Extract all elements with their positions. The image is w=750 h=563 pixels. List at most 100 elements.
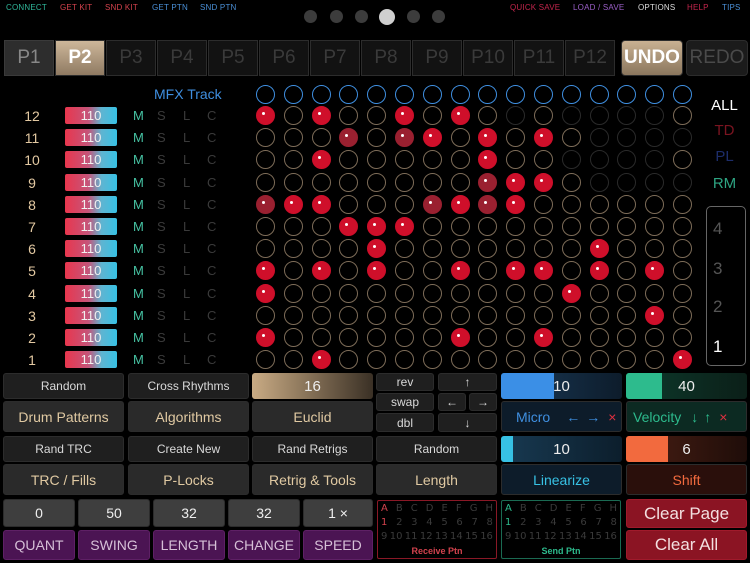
create-new-button[interactable]: Create New [128,436,249,462]
step-cell[interactable] [506,284,525,303]
step-cell[interactable] [645,328,664,347]
step-cell[interactable] [590,284,609,303]
step-cell[interactable] [256,328,275,347]
step-cell[interactable] [534,217,553,236]
step-cell[interactable] [645,150,664,169]
step-cell[interactable] [395,217,414,236]
step-cell[interactable] [673,195,692,214]
track-lock-toggle[interactable]: L [183,175,190,190]
step-cell[interactable] [284,239,303,258]
page-dot[interactable] [407,10,420,23]
step-cell[interactable] [645,261,664,280]
step-cell[interactable] [645,217,664,236]
pattern-slot[interactable]: 10 [390,530,403,544]
pattern-slot[interactable]: 14 [450,530,463,544]
quick-save-link[interactable]: QUICK SAVE [510,3,560,12]
pattern-slot[interactable]: 5 [565,516,571,530]
connect-link[interactable]: CONNECT [6,3,47,12]
track-copy-toggle[interactable]: C [207,263,216,278]
step-cell[interactable] [645,173,664,192]
pattern-slot[interactable]: B [396,502,403,516]
step-cell[interactable] [562,261,581,280]
clear-page-button[interactable]: Clear Page [626,499,747,528]
track-mute-toggle[interactable]: M [133,263,144,278]
track-lock-toggle[interactable]: L [183,330,190,345]
track-copy-toggle[interactable]: C [207,241,216,256]
step-cell[interactable] [423,150,442,169]
step-cell[interactable] [590,106,609,125]
track-mute-toggle[interactable]: M [133,175,144,190]
euclid-button[interactable]: Euclid [252,401,373,432]
track-mute-toggle[interactable]: M [133,197,144,212]
page-1[interactable]: 1 [713,337,722,357]
step-cell[interactable] [256,350,275,369]
retrig-tools-button[interactable]: Retrig & Tools [252,464,373,495]
page-dot-active[interactable] [379,9,395,25]
pattern-slot[interactable]: H [609,502,617,516]
step-cell[interactable] [423,306,442,325]
track-mute-toggle[interactable]: M [133,241,144,256]
step-cell[interactable] [645,128,664,147]
pattern-slot[interactable]: 3 [411,516,417,530]
track-mute-toggle[interactable]: M [133,152,144,167]
step-cell[interactable] [256,195,275,214]
step-cell[interactable] [256,128,275,147]
step-cell[interactable] [673,173,692,192]
step-cell[interactable] [423,173,442,192]
step-cell[interactable] [312,195,331,214]
step-cell[interactable] [256,217,275,236]
load-save-link[interactable]: LOAD / SAVE [573,3,624,12]
pattern-slot[interactable]: E [566,502,572,516]
pattern-slot[interactable]: 11 [405,530,418,544]
mfx-step[interactable] [534,85,553,104]
step-cell[interactable] [673,306,692,325]
track-copy-toggle[interactable]: C [207,152,216,167]
track-lock-toggle[interactable]: L [183,197,190,212]
mfx-step[interactable] [423,85,442,104]
step-cell[interactable] [256,284,275,303]
track-solo-toggle[interactable]: S [157,197,166,212]
pattern-button-p3[interactable]: P3 [106,40,156,76]
step-cell[interactable] [534,195,553,214]
speed-value[interactable]: 1 × [303,499,373,527]
step-cell[interactable] [645,350,664,369]
step-cell[interactable] [256,106,275,125]
track-velocity[interactable]: 110 [65,129,117,146]
step-cell[interactable] [312,306,331,325]
change-value[interactable]: 32 [228,499,300,527]
track-mute-toggle[interactable]: M [133,352,144,367]
filter-all[interactable]: ALL [697,97,750,114]
step-cell[interactable] [312,261,331,280]
clear-all-button[interactable]: Clear All [626,530,747,560]
mfx-step[interactable] [478,85,497,104]
velocity-down-icon[interactable]: ↓ [691,409,698,425]
step-cell[interactable] [339,106,358,125]
track-mute-toggle[interactable]: M [133,308,144,323]
random-length-button[interactable]: Random [376,436,497,462]
mfx-step[interactable] [590,85,609,104]
step-cell[interactable] [673,261,692,280]
linearize-button[interactable]: Linearize [501,464,622,495]
step-cell[interactable] [256,306,275,325]
track-lock-toggle[interactable]: L [183,308,190,323]
reverse-button[interactable]: rev [376,373,434,391]
step-cell[interactable] [312,173,331,192]
length-value[interactable]: 32 [153,499,225,527]
redo-button[interactable]: REDO [686,40,748,76]
step-cell[interactable] [617,261,636,280]
pattern-slot[interactable]: 7 [595,516,601,530]
filter-pl[interactable]: PL [697,148,750,165]
step-cell[interactable] [645,106,664,125]
step-cell[interactable] [617,217,636,236]
step-cell[interactable] [562,150,581,169]
step-cell[interactable] [451,150,470,169]
track-velocity[interactable]: 110 [65,329,117,346]
undo-button[interactable]: UNDO [621,40,683,76]
step-cell[interactable] [367,173,386,192]
send-pattern-panel[interactable]: A B C D E F G H 1 2 3 4 5 6 7 8 9 10 11 12 13 14 15 16 Send Ptn [501,500,621,559]
step-cell[interactable] [478,261,497,280]
track-copy-toggle[interactable]: C [207,175,216,190]
track-copy-toggle[interactable]: C [207,219,216,234]
track-velocity[interactable]: 110 [65,240,117,257]
track-lock-toggle[interactable]: L [183,286,190,301]
